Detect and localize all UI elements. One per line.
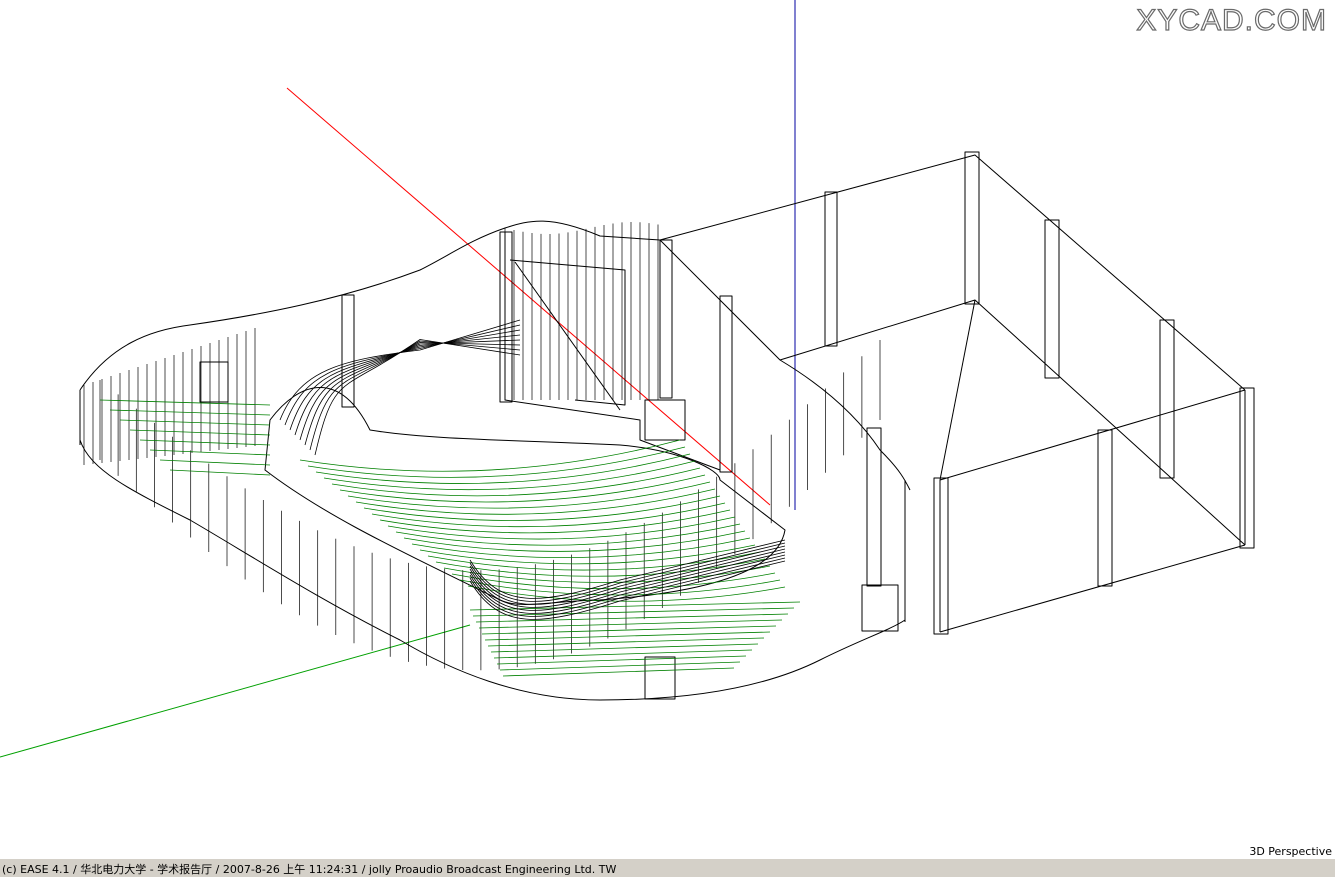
seating-row (139, 439, 271, 446)
column-mid (659, 239, 673, 399)
door-back (644, 399, 686, 441)
watermark-logo: XYCAD.COM (1136, 3, 1327, 37)
seating-row (129, 429, 271, 436)
status-text: (c) EASE 4.1 / 华北电力大学 - 学术报告厅 / 2007-8-2… (2, 863, 617, 876)
seating-rows (99, 399, 801, 677)
annex-pillar-1 (964, 151, 980, 305)
annex-top-back (659, 154, 1246, 391)
auditorium-hall (79, 220, 911, 701)
floor-outline (264, 387, 786, 605)
annex-pillar-8 (866, 427, 882, 587)
hall-bottom-outline (79, 439, 906, 701)
hall-top-outline (79, 220, 911, 491)
annex-floor (939, 389, 1246, 481)
annex-diag (939, 299, 976, 481)
column-left (341, 294, 355, 408)
door-front (644, 656, 676, 700)
annex-pillar-4 (1159, 319, 1175, 479)
annex-top-front (779, 299, 1246, 546)
annex-pillar-6 (1097, 429, 1113, 587)
balcony-rail (284, 324, 521, 426)
seating-row (379, 509, 731, 534)
wireframe-model[interactable] (0, 0, 1335, 858)
column-right (719, 295, 733, 473)
door-left (199, 361, 229, 403)
view-mode-label: 3D Perspective (1249, 845, 1332, 858)
3d-viewport[interactable]: XYCAD.COM 3D Perspective (0, 0, 1335, 858)
annex-room (341, 151, 1255, 635)
seating-row (502, 667, 735, 677)
balcony-rail (279, 319, 521, 421)
seating-row (169, 469, 271, 476)
seating-row (299, 439, 681, 472)
y-axis (0, 624, 471, 758)
column-stage (499, 231, 513, 403)
annex-pillar-2 (824, 191, 838, 347)
stage-box (509, 259, 626, 406)
seating-row (307, 446, 686, 478)
seating-row (159, 459, 271, 466)
seating-row (443, 565, 771, 583)
seating-row (99, 399, 271, 406)
balcony-rail (289, 329, 521, 431)
annex-pillar-7 (933, 477, 949, 635)
seating-row (435, 558, 766, 577)
seating-row (119, 419, 271, 426)
x-axis (286, 87, 771, 506)
annex-bottom (939, 544, 1246, 633)
annex-pillar-5 (1239, 387, 1255, 549)
door-right (861, 584, 899, 632)
status-bar: (c) EASE 4.1 / 华北电力大学 - 学术报告厅 / 2007-8-2… (0, 858, 1335, 877)
annex-pillar-3 (1044, 219, 1060, 379)
